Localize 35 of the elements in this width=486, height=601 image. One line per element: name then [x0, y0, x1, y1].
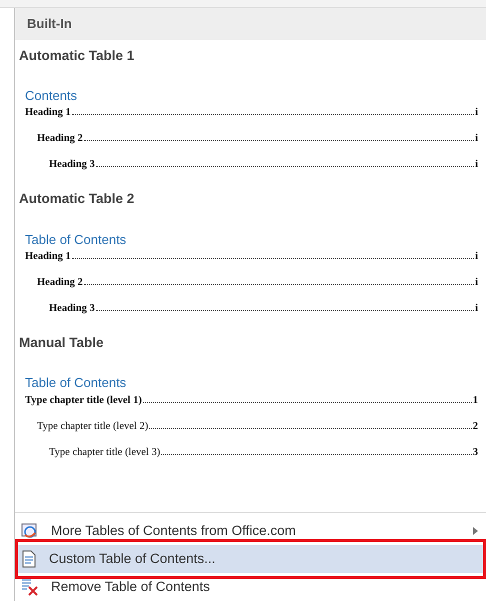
gallery-header: Built-In [15, 8, 486, 40]
page-number: i [475, 302, 478, 316]
option-title: Automatic Table 2 [19, 190, 136, 208]
toc-style-option[interactable]: Manual Table Table of Contents Type chapter title (level 1) 1 Type chapter title (level 2) 2 Type chapter title (level 3) 3 [15, 327, 486, 471]
page-number: 3 [472, 446, 478, 460]
submenu-arrow-icon [473, 527, 478, 535]
toc-entry-text: Heading 1 [25, 250, 71, 264]
toc-entry-text: Heading 2 [37, 132, 83, 146]
globe-document-icon [21, 522, 39, 540]
menu-item[interactable]: Remove Table of Contents [15, 573, 486, 601]
toc-style-option[interactable]: Automatic Table 2 Table of Contents Heading 1 i Heading 2 i Heading 3 i [15, 183, 486, 327]
menu-item[interactable]: Custom Table of Contents... [15, 545, 486, 573]
menu-item[interactable]: More Tables of Contents from Office.com [15, 517, 486, 545]
document-icon [21, 550, 37, 568]
delete-list-icon [21, 578, 39, 596]
toc-style-option[interactable]: Automatic Table 1 Contents Heading 1 i Heading 2 i Heading 3 i [15, 40, 486, 184]
option-title: Automatic Table 1 [19, 46, 136, 64]
page-number: i [475, 106, 478, 120]
toc-entry-text: Heading 1 [25, 106, 71, 120]
toc-entry-text: Type chapter title (level 2) [37, 420, 148, 434]
page-number: 2 [472, 420, 478, 434]
toc-entry-text: Type chapter title (level 3) [49, 446, 160, 460]
toc-title: Table of Contents [25, 230, 128, 248]
toc-title: Table of Contents [25, 374, 128, 392]
page-number: 1 [472, 394, 478, 408]
option-title: Manual Table [19, 334, 105, 352]
page-number: i [475, 250, 478, 264]
toc-entry-text: Heading 3 [49, 302, 95, 316]
page-number: i [475, 132, 478, 146]
page-number: i [475, 276, 478, 290]
page-number: i [475, 158, 478, 172]
toc-entry-text: Heading 2 [37, 276, 83, 290]
toc-title: Contents [25, 86, 78, 105]
toc-entry-text: Heading 3 [49, 158, 95, 172]
toc-entry-text: Type chapter title (level 1) [25, 394, 142, 408]
